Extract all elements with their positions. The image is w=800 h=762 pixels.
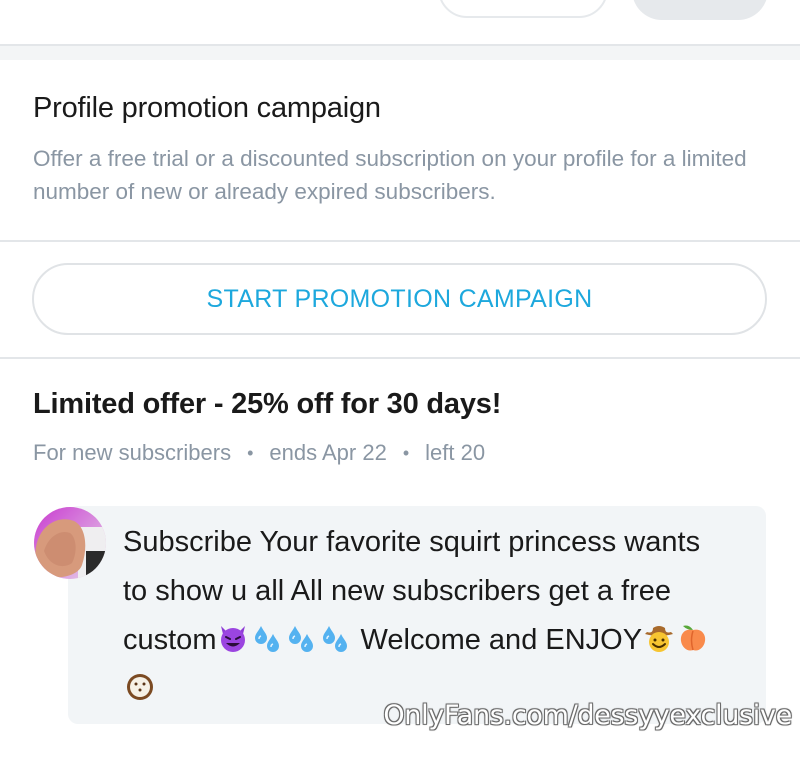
smiling-devil-icon xyxy=(221,626,246,653)
top-action-bar xyxy=(0,0,800,44)
sweat-droplets-icon xyxy=(289,626,314,653)
promotion-description: Offer a free trial or a discounted subsc… xyxy=(33,146,747,204)
sweat-droplets-icon xyxy=(323,626,348,653)
message-text-part-2: Welcome and ENJOY xyxy=(352,624,643,656)
meta-separator: • xyxy=(402,442,410,463)
offer-message-text: Subscribe Your favorite squirt princess … xyxy=(123,518,723,714)
sweat-droplets-icon xyxy=(255,626,280,653)
meta-separator: • xyxy=(247,442,254,463)
promotion-title: Profile promotion campaign xyxy=(33,92,381,124)
watermark: OnlyFans.com/dessyyexclusive xyxy=(383,700,792,731)
section-separator xyxy=(0,44,800,60)
offer-ends: ends Apr 22 xyxy=(269,440,387,465)
peach-icon xyxy=(680,625,706,651)
offer-meta: For new subscribers • ends Apr 22 • left… xyxy=(33,440,485,466)
top-filled-button[interactable] xyxy=(632,0,768,20)
cowboy-face-icon xyxy=(645,626,674,653)
divider xyxy=(0,357,800,359)
coconut-icon xyxy=(127,674,153,701)
offer-left: left 20 xyxy=(425,440,486,465)
divider xyxy=(0,240,800,242)
start-promotion-campaign-button[interactable]: START PROMOTION CAMPAIGN xyxy=(32,263,767,335)
avatar[interactable] xyxy=(34,507,106,579)
offer-audience: For new subscribers xyxy=(33,440,232,465)
avatar-image xyxy=(34,507,106,579)
top-outline-button[interactable] xyxy=(438,0,608,18)
offer-title: Limited offer - 25% off for 30 days! xyxy=(33,388,502,420)
